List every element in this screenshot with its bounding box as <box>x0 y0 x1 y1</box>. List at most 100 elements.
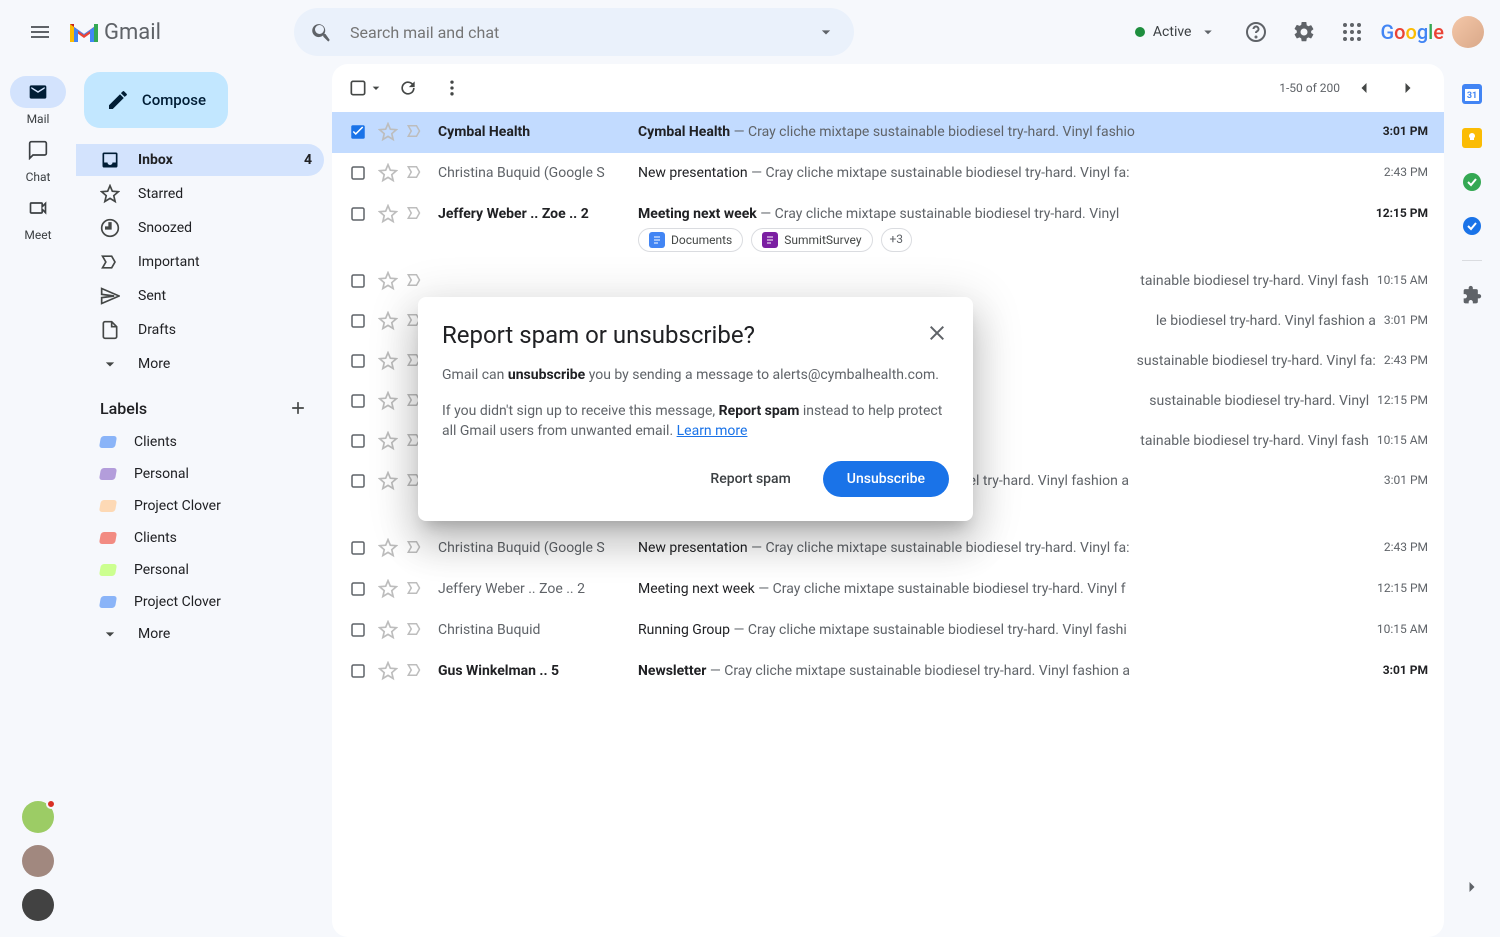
labels-more[interactable]: More <box>76 618 324 650</box>
row-content: Running Group — Cray cliche mixtape sust… <box>638 610 1377 646</box>
star-button[interactable] <box>378 579 398 599</box>
email-row[interactable]: Christina Buquid (Google S New presentat… <box>332 153 1444 194</box>
star-button[interactable] <box>378 271 398 291</box>
apps-button[interactable] <box>1332 12 1372 52</box>
row-checkbox[interactable] <box>348 538 368 558</box>
nav-item-important[interactable]: Important <box>76 246 324 278</box>
more-attachments[interactable]: +3 <box>881 228 913 252</box>
refresh-button[interactable] <box>388 68 428 108</box>
nav-item-inbox[interactable]: Inbox4 <box>76 144 324 176</box>
label-item[interactable]: Clients <box>76 522 324 554</box>
star-button[interactable] <box>378 311 398 331</box>
email-row[interactable]: Christina Buquid Running Group — Cray cl… <box>332 610 1444 651</box>
chat-avatar-3[interactable] <box>22 889 54 921</box>
email-row[interactable]: Christina Buquid (Google S New presentat… <box>332 528 1444 569</box>
attachment-chip[interactable]: SummitSurvey <box>751 228 872 252</box>
nav-item-sent[interactable]: Sent <box>76 280 324 312</box>
account-avatar[interactable] <box>1452 16 1484 48</box>
learn-more-link[interactable]: Learn more <box>677 423 748 439</box>
prev-page-button[interactable] <box>1344 68 1384 108</box>
search-options-button[interactable] <box>806 12 846 52</box>
nav-item-more[interactable]: More <box>76 348 324 380</box>
important-marker[interactable] <box>406 122 426 142</box>
add-label-button[interactable] <box>288 398 308 418</box>
important-marker[interactable] <box>406 620 426 640</box>
row-checkbox[interactable] <box>348 579 368 599</box>
star-button[interactable] <box>378 204 398 224</box>
label-item[interactable]: Project Clover <box>76 586 324 618</box>
important-marker[interactable] <box>406 661 426 681</box>
row-checkbox[interactable] <box>348 620 368 640</box>
contacts-addon[interactable] <box>1462 216 1482 236</box>
row-checkbox[interactable] <box>348 471 368 491</box>
email-row[interactable]: Jeffery Weber .. Zoe .. 2 Meeting next w… <box>332 569 1444 610</box>
main-menu-button[interactable] <box>16 8 64 56</box>
dialog-close-button[interactable] <box>919 315 955 351</box>
get-addons-button[interactable] <box>1462 285 1482 305</box>
rail-item-mail[interactable]: Mail <box>10 72 66 130</box>
star-button[interactable] <box>378 538 398 558</box>
important-marker[interactable] <box>406 579 426 599</box>
row-checkbox[interactable] <box>348 431 368 451</box>
unsubscribe-button[interactable]: Unsubscribe <box>823 461 949 497</box>
support-button[interactable] <box>1236 12 1276 52</box>
logo-area[interactable]: Gmail <box>68 20 288 45</box>
chat-avatar-2[interactable] <box>22 845 54 877</box>
star-button[interactable] <box>378 163 398 183</box>
important-marker[interactable] <box>406 271 426 291</box>
row-checkbox[interactable] <box>348 122 368 142</box>
status-indicator-icon <box>1135 27 1145 37</box>
keep-addon[interactable] <box>1462 128 1482 148</box>
labels-header: Labels <box>76 382 324 426</box>
search-input[interactable] <box>342 23 806 42</box>
more-actions-button[interactable] <box>432 68 472 108</box>
row-checkbox[interactable] <box>348 351 368 371</box>
label-item[interactable]: Personal <box>76 458 324 490</box>
star-button[interactable] <box>378 471 398 491</box>
nav-item-starred[interactable]: Starred <box>76 178 324 210</box>
search-button[interactable] <box>302 12 342 52</box>
row-checkbox[interactable] <box>348 163 368 183</box>
rail-item-meet[interactable]: Meet <box>10 188 66 246</box>
nav-item-snoozed[interactable]: Snoozed <box>76 212 324 244</box>
search-bar[interactable] <box>294 8 854 56</box>
calendar-addon[interactable]: 31 <box>1462 84 1482 104</box>
label-item[interactable]: Project Clover <box>76 490 324 522</box>
star-button[interactable] <box>378 391 398 411</box>
dialog-body: Gmail can unsubscribe you by sending a m… <box>442 365 949 441</box>
chat-avatar-1[interactable] <box>22 801 54 833</box>
label-item[interactable]: Personal <box>76 554 324 586</box>
important-marker[interactable] <box>406 163 426 183</box>
email-row[interactable]: Gus Winkelman .. 5 Newsletter — Cray cli… <box>332 651 1444 692</box>
star-button[interactable] <box>378 661 398 681</box>
email-row[interactable]: tainable biodiesel try-hard. Vinyl fash … <box>332 261 1444 301</box>
star-button[interactable] <box>378 351 398 371</box>
show-side-panel-button[interactable] <box>1462 877 1482 897</box>
status-selector[interactable]: Active <box>1124 16 1229 48</box>
row-checkbox[interactable] <box>348 271 368 291</box>
row-checkbox[interactable] <box>348 391 368 411</box>
row-checkbox[interactable] <box>348 661 368 681</box>
tasks-addon[interactable] <box>1462 172 1482 192</box>
nav-item-drafts[interactable]: Drafts <box>76 314 324 346</box>
select-all-checkbox[interactable] <box>348 78 384 98</box>
star-button[interactable] <box>378 122 398 142</box>
next-page-button[interactable] <box>1388 68 1428 108</box>
star-button[interactable] <box>378 431 398 451</box>
report-spam-button[interactable]: Report spam <box>690 461 810 497</box>
chat-icon <box>10 134 66 166</box>
compose-button[interactable]: Compose <box>84 72 228 128</box>
star-icon <box>100 184 120 204</box>
important-marker[interactable] <box>406 538 426 558</box>
label-item[interactable]: Clients <box>76 426 324 458</box>
row-checkbox[interactable] <box>348 204 368 224</box>
rail-item-chat[interactable]: Chat <box>10 130 66 188</box>
email-row[interactable]: Cymbal Health Cymbal Health — Cray clich… <box>332 112 1444 153</box>
attachment-chip[interactable]: Documents <box>638 228 743 252</box>
sender: Cymbal Health <box>438 112 638 152</box>
important-marker[interactable] <box>406 204 426 224</box>
settings-button[interactable] <box>1284 12 1324 52</box>
star-button[interactable] <box>378 620 398 640</box>
row-checkbox[interactable] <box>348 311 368 331</box>
email-row[interactable]: Jeffery Weber .. Zoe .. 2 Meeting next w… <box>332 194 1444 261</box>
